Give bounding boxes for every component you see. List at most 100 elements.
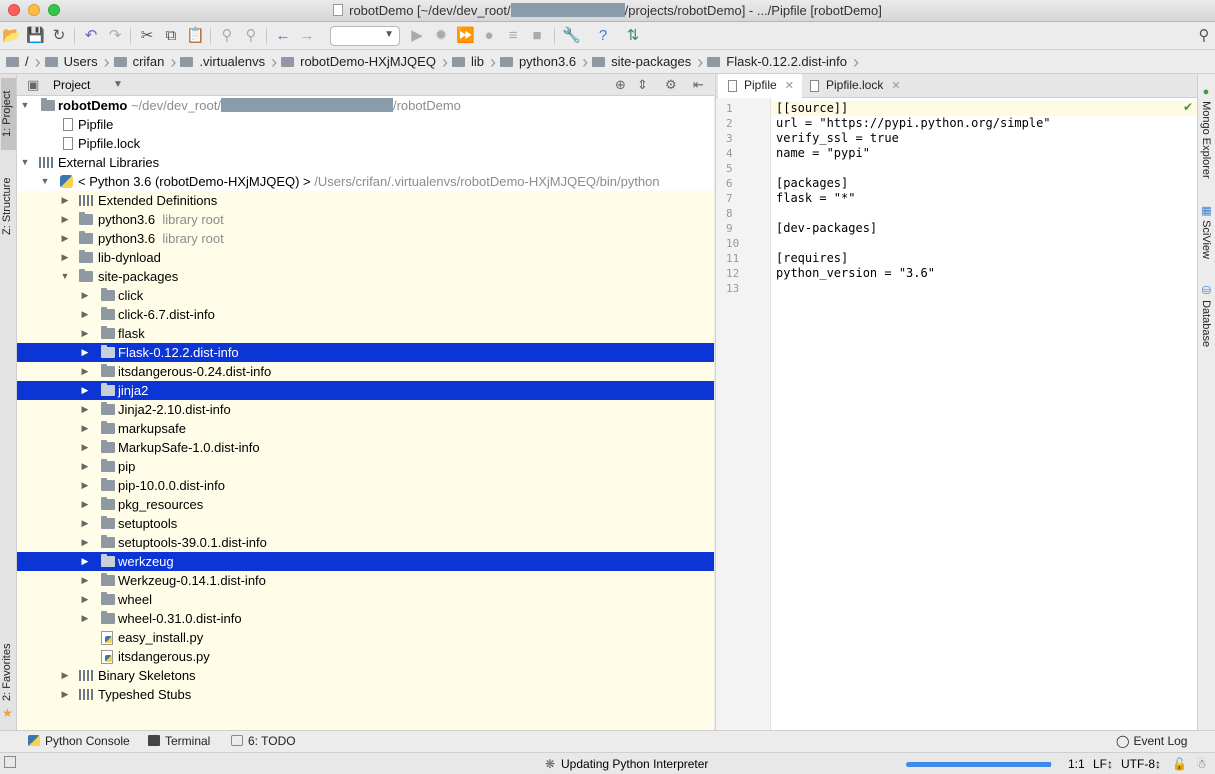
code-line[interactable]: url = "https://pypi.python.org/simple" [776, 116, 1197, 131]
collapsed-arrow-icon[interactable]: ▶ [79, 438, 91, 457]
tab-structure[interactable]: Z: Structure [1, 166, 16, 246]
open-folder-icon[interactable]: 📂 [2, 27, 21, 45]
tab-sciview[interactable]: ▦ SciView [1200, 204, 1213, 259]
tree-node-package[interactable]: ▶ flask [17, 324, 714, 343]
gear-icon[interactable]: ⚙ [665, 77, 677, 93]
collapsed-arrow-icon[interactable]: ▶ [79, 590, 91, 609]
tree-node-package[interactable]: ▶ click [17, 286, 714, 305]
tree-node-package[interactable]: ▶ setuptools-39.0.1.dist-info [17, 533, 714, 552]
breadcrumb-item-flask-dist-info[interactable]: Flask-0.12.2.dist-info [701, 50, 859, 73]
collapsed-arrow-icon[interactable]: ▶ [59, 229, 71, 248]
breadcrumb-item-site-packages[interactable]: site-packages [586, 50, 704, 73]
code-line[interactable]: flask = "*" [776, 191, 1197, 206]
code-line[interactable] [776, 281, 1197, 296]
collapsed-arrow-icon[interactable]: ▶ [79, 609, 91, 628]
project-view-select[interactable]: Project [53, 78, 90, 92]
tab-event-log[interactable]: ◯ Event Log [1116, 734, 1187, 748]
collapsed-arrow-icon[interactable]: ▶ [79, 571, 91, 590]
cut-icon[interactable]: ✂ [138, 27, 156, 45]
tab-favorites[interactable]: 2: Favorites [1, 634, 16, 710]
line-separator-select[interactable]: LF↕ [1093, 757, 1113, 771]
breadcrumb-item-users[interactable]: Users [39, 50, 110, 73]
tree-node-package[interactable]: ▶ Werkzeug-0.14.1.dist-info [17, 571, 714, 590]
tab-python-console[interactable]: Python Console [28, 734, 130, 748]
tree-node-package[interactable]: ▶ setuptools [17, 514, 714, 533]
find-icon[interactable]: ⚲ [218, 27, 236, 45]
collapsed-arrow-icon[interactable]: ▶ [79, 552, 91, 571]
copy-icon[interactable]: ⧉ [162, 27, 180, 45]
expanded-arrow-icon[interactable]: ▼ [19, 153, 31, 172]
tab-pipfile[interactable]: Pipfile ✕ [718, 74, 802, 98]
code-line[interactable]: python_version = "3.6" [776, 266, 1197, 281]
collapsed-arrow-icon[interactable]: ▶ [59, 248, 71, 267]
tree-node-binary-skeletons[interactable]: ▶ Binary Skeletons [17, 666, 714, 685]
debug-icon[interactable]: ✹ [432, 27, 450, 45]
tree-node-python-library-root[interactable]: ▶ python3.6 library root [17, 229, 714, 248]
collapsed-arrow-icon[interactable]: ▶ [79, 457, 91, 476]
breadcrumb-item-lib[interactable]: lib [446, 50, 496, 73]
search-icon[interactable]: ⚲ [1195, 27, 1213, 45]
tree-node-project-root[interactable]: ▼ robotDemo ~/dev/dev_root/ /robotDemo [17, 96, 714, 115]
code-line[interactable]: [dev-packages] [776, 221, 1197, 236]
coverage-icon[interactable]: ⏩ [456, 27, 475, 45]
collapsed-arrow-icon[interactable]: ▶ [79, 381, 91, 400]
tree-node-package[interactable]: ▶ markupsafe [17, 419, 714, 438]
code-line[interactable]: [packages] [776, 176, 1197, 191]
tab-database[interactable]: ⛁ Database [1200, 284, 1213, 347]
tree-node-package[interactable]: ▶ pip [17, 457, 714, 476]
paste-icon[interactable]: 📋 [186, 27, 205, 45]
collapsed-arrow-icon[interactable]: ▶ [79, 343, 91, 362]
code-line[interactable]: [[source]] [776, 101, 1197, 116]
inspection-ok-icon[interactable]: ✔ [1183, 100, 1193, 114]
code-line[interactable]: [requires] [776, 251, 1197, 266]
code-line[interactable]: name = "pypi" [776, 146, 1197, 161]
tree-node-site-packages[interactable]: ▼ site-packages [17, 267, 714, 286]
breadcrumb-item-virtualenvs[interactable]: .virtualenvs [174, 50, 277, 73]
tree-node-extended-definitions[interactable]: ▶ Extended Definitions [17, 191, 714, 210]
tree-node-package[interactable]: ▶ pkg_resources [17, 495, 714, 514]
collapsed-arrow-icon[interactable]: ▶ [79, 305, 91, 324]
forward-icon[interactable]: → [298, 27, 316, 45]
expanded-arrow-icon[interactable]: ▼ [19, 96, 31, 115]
tree-node-python-library-root[interactable]: ▶ python3.6 library root [17, 210, 714, 229]
tree-node-pipfile-lock[interactable]: Pipfile.lock [17, 134, 714, 153]
tab-pipfile-lock[interactable]: Pipfile.lock ✕ [800, 74, 909, 98]
locate-icon[interactable]: ⊕ [615, 77, 626, 93]
tree-node-pipfile[interactable]: Pipfile [17, 115, 714, 134]
tree-node-python-sdk[interactable]: ▼ < Python 3.6 (robotDemo-HXjMJQEQ) > /U… [17, 172, 714, 191]
tree-node-package[interactable]: ▶ wheel-0.31.0.dist-info [17, 609, 714, 628]
code-line[interactable] [776, 236, 1197, 251]
breadcrumb-item-python[interactable]: python3.6 [494, 50, 588, 73]
concurrency-icon[interactable]: ≡ [504, 27, 522, 45]
tree-node-external-libraries[interactable]: ▼ External Libraries [17, 153, 714, 172]
back-icon[interactable]: ← [274, 27, 292, 45]
tab-mongo-explorer[interactable]: ● Mongo Explorer [1200, 86, 1212, 179]
collapsed-arrow-icon[interactable]: ▶ [79, 324, 91, 343]
help-icon[interactable]: ? [594, 27, 612, 45]
collapsed-arrow-icon[interactable]: ▶ [79, 362, 91, 381]
collapsed-arrow-icon[interactable]: ▶ [79, 286, 91, 305]
profile-icon[interactable]: ● [480, 27, 498, 45]
collapse-all-icon[interactable]: ⇕ [637, 77, 648, 93]
undo-icon[interactable]: ↶ [82, 27, 100, 45]
collapsed-arrow-icon[interactable]: ▶ [79, 419, 91, 438]
tree-node-package-selected[interactable]: ▶ werkzeug [17, 552, 714, 571]
tree-node-package-selected[interactable]: ▶ Flask-0.12.2.dist-info [17, 343, 714, 362]
collapsed-arrow-icon[interactable]: ▶ [59, 685, 71, 704]
breadcrumb-item-venv[interactable]: robotDemo-HXjMJQEQ [275, 50, 448, 73]
collapsed-arrow-icon[interactable]: ▶ [59, 191, 71, 210]
tree-node-package[interactable]: ▶ click-6.7.dist-info [17, 305, 714, 324]
collapsed-arrow-icon[interactable]: ▶ [79, 476, 91, 495]
collapsed-arrow-icon[interactable]: ▶ [79, 495, 91, 514]
redo-icon[interactable]: ↷ [106, 27, 124, 45]
stop-icon[interactable]: ■ [528, 27, 546, 45]
tree-node-package[interactable]: ▶ Jinja2-2.10.dist-info [17, 400, 714, 419]
tree-node-lib-dynload[interactable]: ▶ lib-dynload [17, 248, 714, 267]
collapsed-arrow-icon[interactable]: ▶ [79, 533, 91, 552]
collapsed-arrow-icon[interactable]: ▶ [79, 400, 91, 419]
tab-todo[interactable]: 6: TODO [231, 734, 296, 748]
sync-icon[interactable]: ↻ [50, 27, 68, 45]
run-configuration-select[interactable]: ▼ [330, 26, 400, 46]
caret-position[interactable]: 1:1 [1068, 757, 1085, 771]
close-tab-icon[interactable]: ✕ [891, 80, 900, 92]
